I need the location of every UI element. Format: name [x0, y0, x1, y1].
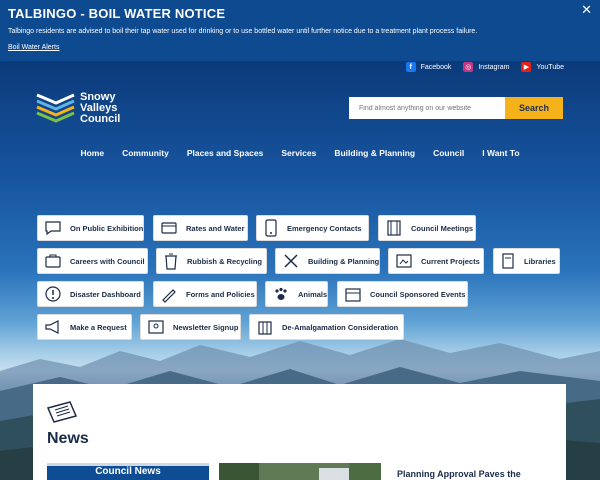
close-icon[interactable]: ✕ [581, 2, 592, 18]
quick-link-label: Make a Request [70, 322, 127, 332]
nav-building-planning[interactable]: Building & Planning [325, 148, 424, 158]
quick-link-label: Current Projects [421, 256, 480, 266]
search-button[interactable]: Search [505, 97, 563, 119]
news-card-title: Council News [95, 466, 161, 477]
youtube-icon: ▶ [521, 62, 532, 72]
nav-home[interactable]: Home [71, 148, 113, 158]
quick-link-disaster-dashboard[interactable]: Disaster Dashboard [37, 281, 144, 307]
search-input[interactable] [349, 97, 505, 119]
quick-link-sponsored-events[interactable]: Council Sponsored Events [337, 281, 468, 307]
news-section: News Council News Planning Approval Pave… [33, 384, 566, 480]
youtube-link[interactable]: ▶ YouTube [521, 62, 564, 72]
nav-council[interactable]: Council [424, 148, 473, 158]
quick-link-de-amalgamation[interactable]: De-Amalgamation Consideration [249, 314, 404, 340]
briefcase-icon [45, 254, 61, 268]
facebook-link[interactable]: f Facebook [405, 62, 452, 72]
alert-text: Talbingo residents are advised to boil t… [8, 28, 478, 35]
newspaper-icon [46, 401, 78, 423]
calendar-icon [345, 288, 361, 302]
quick-link-label: De-Amalgamation Consideration [282, 322, 399, 332]
news-article-title[interactable]: Planning Approval Paves the [397, 469, 521, 479]
news-photo [219, 463, 381, 480]
quick-link-council-meetings[interactable]: Council Meetings [378, 215, 476, 241]
nav-community[interactable]: Community [113, 148, 178, 158]
council-logo[interactable]: Snowy Valleys Council [36, 91, 120, 125]
quick-link-label: Animals [298, 289, 328, 299]
main-nav: Home Community Places and Spaces Service… [0, 148, 600, 158]
logo-line-3: Council [80, 112, 121, 125]
nav-services[interactable]: Services [272, 148, 325, 158]
quick-link-emergency-contacts[interactable]: Emergency Contacts [256, 215, 369, 241]
instagram-label: Instagram [478, 63, 510, 71]
quick-link-forms-policies[interactable]: Forms and Policies [153, 281, 257, 307]
news-heading: News [47, 430, 89, 447]
quick-link-rates-water[interactable]: Rates and Water [153, 215, 248, 241]
building-icon [258, 321, 272, 335]
social-links: f Facebook ◎ Instagram ▶ YouTube [405, 62, 564, 72]
quick-link-label: Council Sponsored Events [370, 289, 466, 299]
quick-link-newsletter-signup[interactable]: Newsletter Signup [140, 314, 241, 340]
logo-text: Snowy Valleys Council [80, 90, 121, 125]
quick-link-label: Libraries [524, 256, 556, 266]
instagram-icon: ◎ [463, 62, 474, 72]
facebook-icon: f [405, 62, 416, 72]
quick-link-libraries[interactable]: Libraries [493, 248, 560, 274]
quick-link-label: Forms and Policies [186, 289, 255, 299]
instagram-link[interactable]: ◎ Instagram [463, 62, 509, 72]
logo-stripes-icon [36, 93, 75, 123]
site-search: Search [349, 97, 563, 119]
payment-icon [161, 222, 177, 234]
quick-link-label: Building & Planning [308, 256, 380, 266]
bin-icon [165, 253, 177, 270]
quick-link-building-planning[interactable]: Building & Planning [275, 248, 380, 274]
quick-link-label: Council Meetings [411, 223, 474, 233]
facebook-label: Facebook [420, 63, 452, 71]
alert-banner: TALBINGO - BOIL WATER NOTICE Talbingo re… [0, 0, 600, 61]
quick-link-label: Rates and Water [186, 223, 245, 233]
alert-icon [45, 286, 61, 302]
quick-link-label: Careers with Council [70, 256, 145, 266]
paw-icon [275, 287, 287, 300]
quick-link-animals[interactable]: Animals [265, 281, 328, 307]
quick-link-public-exhibition[interactable]: On Public Exhibition [37, 215, 144, 241]
logo-line-1: Snowy [80, 90, 116, 103]
youtube-label: YouTube [536, 63, 564, 71]
nav-places-and-spaces[interactable]: Places and Spaces [178, 148, 273, 158]
boil-water-alerts-link[interactable]: Boil Water Alerts [8, 44, 59, 51]
news-card-council-news[interactable]: Council News [47, 463, 209, 480]
news-card-image[interactable] [219, 463, 381, 480]
megaphone-icon [45, 320, 59, 334]
quick-link-make-request[interactable]: Make a Request [37, 314, 132, 340]
speech-bubble-icon [45, 221, 61, 236]
projects-icon [396, 254, 412, 268]
quick-link-label: Rubbish & Recycling [187, 256, 263, 266]
tools-icon [284, 254, 298, 268]
quick-link-label: Disaster Dashboard [70, 289, 141, 299]
quick-link-label: Newsletter Signup [173, 322, 239, 332]
newsletter-icon [148, 320, 164, 334]
pen-icon [162, 289, 176, 303]
phone-icon [265, 219, 277, 237]
film-icon [387, 220, 401, 236]
quick-link-label: Emergency Contacts [287, 223, 362, 233]
book-icon [502, 253, 514, 269]
quick-link-label: On Public Exhibition [70, 223, 144, 233]
quick-link-careers[interactable]: Careers with Council [37, 248, 148, 274]
logo-line-2: Valleys [80, 101, 118, 114]
quick-link-current-projects[interactable]: Current Projects [388, 248, 484, 274]
nav-i-want-to[interactable]: I Want To [473, 148, 528, 158]
quick-link-rubbish-recycling[interactable]: Rubbish & Recycling [156, 248, 267, 274]
alert-title: TALBINGO - BOIL WATER NOTICE [8, 6, 226, 21]
